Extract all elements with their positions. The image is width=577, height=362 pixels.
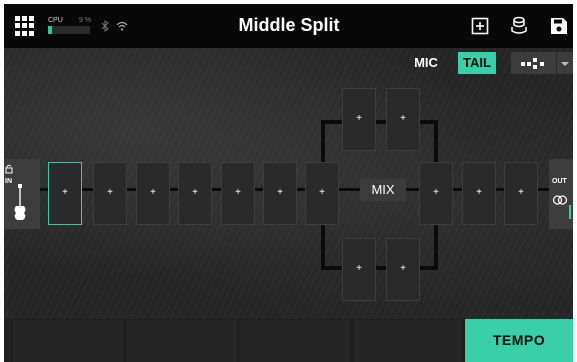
mix-block[interactable]: MIX [360,179,406,201]
tempo-button[interactable]: TEMPO [465,319,573,362]
split-line-bottom [321,266,438,270]
block-slot[interactable]: + [136,162,170,225]
block-slot-path-a[interactable]: + [342,88,376,151]
save-icon[interactable] [550,17,568,35]
layout-dots-icon [521,58,544,69]
block-slot-path-b[interactable]: + [386,238,420,301]
split-line-top [321,120,438,124]
block-slot[interactable]: + [419,162,453,225]
mic-button[interactable]: MIC [409,52,443,74]
signal-chain-canvas: MIC TAIL + + + + + + + + + + + MIX + + +… [4,48,573,319]
block-slot[interactable]: + [178,162,212,225]
block-slot[interactable]: + [221,162,255,225]
layout-button[interactable] [511,52,556,74]
output-level-meter [569,205,571,219]
cpu-meter-fill [48,26,52,34]
block-slot-path-b[interactable]: + [342,238,376,301]
footswitch-4[interactable] [354,320,462,362]
block-slot[interactable]: + [462,162,496,225]
stereo-rings-icon [552,195,568,205]
layout-dropdown[interactable] [557,52,573,74]
bluetooth-icon [101,20,109,32]
preset-stack-icon[interactable] [510,16,528,36]
add-box-icon[interactable] [471,17,489,35]
cpu-label: CPU [48,17,63,24]
footswitch-2[interactable] [127,320,237,362]
cpu-meter [48,26,90,34]
block-slot[interactable]: + [305,162,339,225]
input-label: IN [5,178,12,185]
chevron-down-icon [561,62,569,66]
output-block[interactable]: OUT [549,159,573,229]
block-slot[interactable]: + [93,162,127,225]
grid-menu-icon[interactable] [15,16,35,36]
output-label: OUT [552,178,567,185]
block-slot[interactable]: + [263,162,297,225]
input-block[interactable]: IN [4,159,40,229]
preset-title[interactable]: Middle Split [194,15,384,36]
wifi-icon [116,21,128,31]
guitar-icon [14,184,26,220]
block-slot[interactable]: + [48,162,82,225]
block-slot[interactable]: + [504,162,538,225]
app-window: CPU 9 % Middle Split MIC TAIL + + + + + … [4,4,573,362]
footswitch-1[interactable] [13,320,123,362]
tail-button[interactable]: TAIL [458,52,496,74]
top-bar: CPU 9 % Middle Split [4,4,573,48]
footswitch-3[interactable] [240,320,350,362]
lock-icon [5,164,13,174]
cpu-percent: 9 % [79,17,92,24]
block-slot-path-a[interactable]: + [386,88,420,151]
